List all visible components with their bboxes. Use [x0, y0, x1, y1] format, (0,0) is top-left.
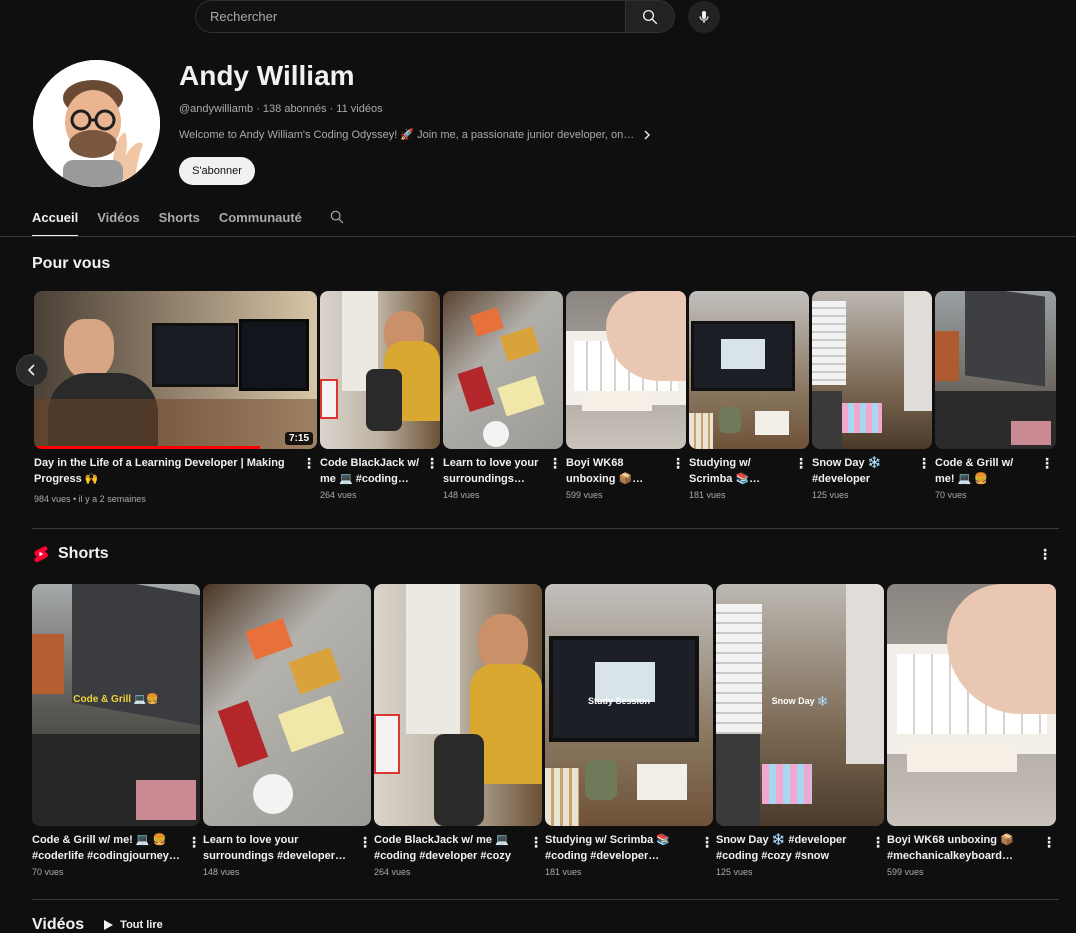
more-vert-icon[interactable]: ⋮ — [529, 834, 543, 850]
more-vert-icon[interactable]: ⋮ — [425, 455, 439, 471]
video-title[interactable]: Day in the Life of a Learning Developer … — [34, 455, 292, 487]
microphone-icon — [699, 11, 709, 23]
search-input[interactable] — [195, 0, 625, 33]
video-thumbnail[interactable]: 7:15 — [34, 291, 317, 449]
video-thumbnail[interactable] — [935, 291, 1056, 449]
video-thumbnail[interactable] — [689, 291, 809, 449]
short-thumbnail[interactable]: Snow Day ❄️ — [716, 584, 884, 826]
video-title[interactable]: Code BlackJack w/ me 💻 #coding… — [320, 455, 420, 487]
short-thumbnail[interactable]: Code & Grill 💻🍔 — [32, 584, 200, 826]
more-vert-icon[interactable]: ⋮ — [302, 455, 316, 471]
short-title[interactable]: Code & Grill w/ me! 💻 🍔 #coderlife #codi… — [32, 832, 182, 864]
carousel-previous-button[interactable] — [16, 354, 48, 386]
search-bar — [195, 0, 675, 33]
tab-shorts[interactable]: Shorts — [159, 200, 200, 237]
short-title[interactable]: Code BlackJack w/ me 💻 #coding #develope… — [374, 832, 524, 864]
channel-search-button[interactable] — [329, 200, 345, 237]
short-meta: 70 vues — [32, 867, 64, 877]
short-thumbnail[interactable] — [887, 584, 1056, 826]
channel-meta: @andywilliamb · 138 abonnés · 11 vidéos — [179, 103, 383, 115]
tab-communaute[interactable]: Communauté — [219, 200, 302, 237]
video-thumbnail[interactable] — [320, 291, 440, 449]
video-thumbnail[interactable] — [566, 291, 686, 449]
more-vert-icon[interactable]: ⋮ — [548, 455, 562, 471]
channel-tabs: Accueil Vidéos Shorts Communauté — [32, 200, 345, 237]
more-vert-icon[interactable]: ⋮ — [917, 455, 931, 471]
short-title[interactable]: Learn to love your surroundings #develop… — [203, 832, 353, 864]
shorts-more-button[interactable]: ⋮ — [1038, 546, 1052, 562]
short-meta: 125 vues — [716, 867, 753, 877]
watch-progress-bar — [34, 446, 261, 449]
video-meta: 181 vues — [689, 490, 726, 500]
more-vert-icon[interactable]: ⋮ — [700, 834, 714, 850]
tab-videos[interactable]: Vidéos — [97, 200, 139, 237]
more-vert-icon[interactable]: ⋮ — [1040, 455, 1054, 471]
video-meta: 599 vues — [566, 490, 603, 500]
videos-header: Vidéos Tout lire — [32, 916, 163, 933]
video-meta: 125 vues — [812, 490, 849, 500]
short-thumbnail[interactable] — [374, 584, 542, 826]
section-divider — [32, 528, 1059, 529]
video-title[interactable]: Code & Grill w/ me! 💻 🍔 #coderlife… — [935, 455, 1035, 487]
short-title[interactable]: Snow Day ❄️ #developer #coding #cozy #sn… — [716, 832, 866, 864]
video-meta: 984 vues • il y a 2 semaines — [34, 494, 146, 504]
video-title[interactable]: Boyi WK68 unboxing 📦… — [566, 455, 666, 487]
short-thumbnail[interactable]: Study Session — [545, 584, 713, 826]
video-duration: 7:15 — [284, 432, 313, 445]
more-vert-icon[interactable]: ⋮ — [794, 455, 808, 471]
video-title[interactable]: Studying w/ Scrimba 📚… — [689, 455, 789, 487]
shorts-logo-icon — [34, 546, 48, 563]
more-vert-icon[interactable]: ⋮ — [871, 834, 885, 850]
short-meta: 181 vues — [545, 867, 582, 877]
video-meta: 148 vues — [443, 490, 480, 500]
video-thumbnail[interactable] — [443, 291, 563, 449]
more-vert-icon[interactable]: ⋮ — [1042, 834, 1056, 850]
more-vert-icon[interactable]: ⋮ — [1038, 546, 1052, 562]
play-all-button[interactable]: Tout lire — [102, 919, 163, 931]
short-overlay-text: Snow Day ❄️ — [771, 696, 829, 706]
channel-description-text: Welcome to Andy William's Coding Odyssey… — [179, 129, 635, 141]
play-icon — [104, 920, 114, 930]
video-meta: 264 vues — [320, 490, 357, 500]
short-title[interactable]: Studying w/ Scrimba 📚 #coding #developer… — [545, 832, 695, 864]
short-meta: 264 vues — [374, 867, 411, 877]
chevron-right-icon — [644, 130, 651, 139]
more-vert-icon[interactable]: ⋮ — [187, 834, 201, 850]
search-button[interactable] — [625, 0, 675, 33]
short-meta: 599 vues — [887, 867, 924, 877]
search-icon — [642, 9, 658, 24]
section-divider — [32, 899, 1059, 900]
channel-avatar[interactable] — [33, 60, 160, 187]
video-title[interactable]: Snow Day ❄️ #developer #codi… — [812, 455, 912, 487]
section-title-shorts: Shorts — [58, 545, 109, 562]
shorts-header: Shorts — [32, 545, 109, 563]
section-title-pour-vous: Pour vous — [32, 255, 111, 272]
play-all-label: Tout lire — [120, 919, 163, 931]
channel-name: Andy William — [179, 60, 355, 91]
channel-description[interactable]: Welcome to Andy William's Coding Odyssey… — [179, 128, 652, 141]
more-vert-icon[interactable]: ⋮ — [671, 455, 685, 471]
more-vert-icon[interactable]: ⋮ — [358, 834, 372, 850]
short-meta: 148 vues — [203, 867, 240, 877]
short-overlay-text: Study Session — [587, 696, 650, 706]
video-title[interactable]: Learn to love your surroundings… — [443, 455, 543, 487]
video-thumbnail[interactable] — [812, 291, 932, 449]
search-icon — [330, 210, 344, 224]
subscribe-button[interactable]: S'abonner — [179, 157, 255, 185]
short-overlay-text: Code & Grill 💻🍔 — [73, 694, 159, 705]
section-title-videos: Vidéos — [32, 916, 85, 933]
voice-search-button[interactable] — [688, 1, 720, 33]
tabs-divider — [0, 236, 1076, 237]
short-title[interactable]: Boyi WK68 unboxing 📦 #mechanicalkeyboard… — [887, 832, 1037, 864]
short-thumbnail[interactable] — [203, 584, 371, 826]
chevron-left-icon — [27, 364, 35, 376]
video-meta: 70 vues — [935, 490, 967, 500]
tab-accueil[interactable]: Accueil — [32, 200, 79, 237]
